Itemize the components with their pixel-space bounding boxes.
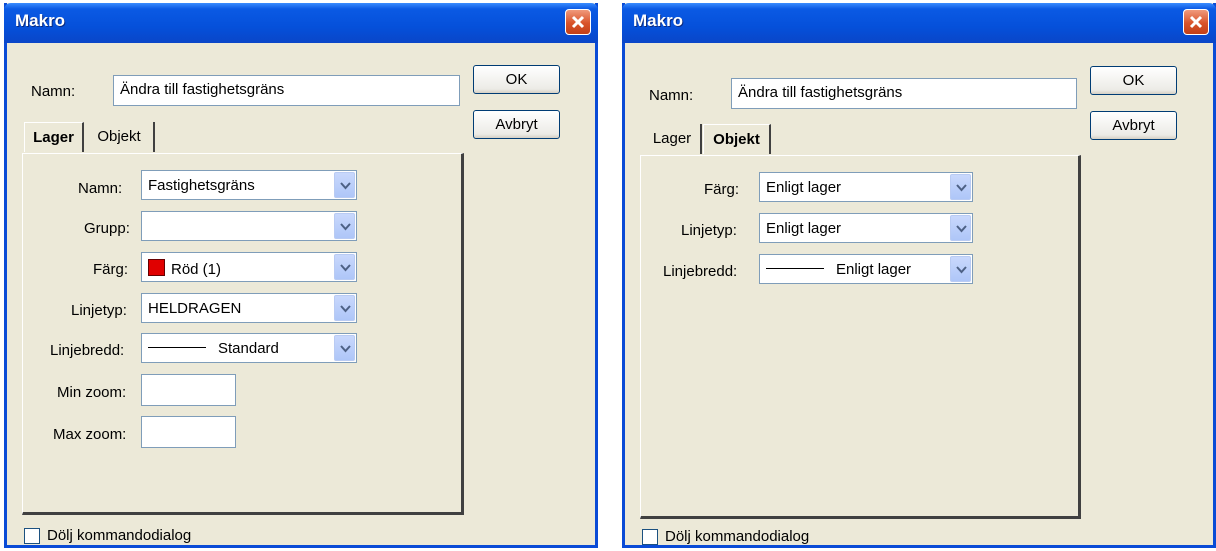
linetype-select[interactable]: Enligt lager [759,213,973,243]
dialog-title: Makro [633,11,684,30]
macro-dialog-lager: Makro Namn: Ändra till fastighetsgräns O… [4,3,598,548]
close-button[interactable] [565,9,591,35]
max-zoom-label: Max zoom: [53,426,127,443]
color-label: Färg: [704,181,740,198]
linetype-value: HELDRAGEN [148,300,242,317]
hide-dialog-checkbox[interactable] [642,529,658,545]
chevron-down-icon[interactable] [950,215,971,241]
ok-button[interactable]: OK [473,65,560,94]
min-zoom-label: Min zoom: [57,384,127,401]
close-icon [1189,15,1203,29]
linewidth-value: Standard [218,340,279,357]
name-label: Namn: [649,87,694,104]
chevron-down-icon[interactable] [334,335,355,361]
linewidth-select[interactable]: Standard [141,333,357,363]
tab-lager[interactable]: Lager [644,124,702,154]
macro-dialog-objekt: Makro Namn: Ändra till fastighetsgräns O… [622,3,1216,548]
hide-dialog-checkbox[interactable] [24,528,40,544]
color-label: Färg: [93,261,129,278]
min-zoom-input[interactable] [141,374,236,406]
dialog-title: Makro [15,11,66,30]
close-button[interactable] [1183,9,1209,35]
tab-lager[interactable]: Lager [24,122,84,152]
layer-name-value: Fastighetsgräns [148,177,255,194]
layer-name-select[interactable]: Fastighetsgräns [141,170,357,200]
chevron-down-icon[interactable] [334,213,355,239]
color-select[interactable]: Röd (1) [141,252,357,282]
line-sample [766,268,824,269]
title-bar[interactable]: Makro [622,3,1216,43]
title-bar[interactable]: Makro [4,3,598,43]
chevron-down-icon[interactable] [334,295,355,321]
color-value: Röd (1) [171,261,222,278]
chevron-down-icon[interactable] [334,172,355,198]
chevron-down-icon[interactable] [950,174,971,200]
hide-dialog-label: Dölj kommandodialog [665,528,810,545]
max-zoom-input[interactable] [141,416,236,448]
tab-objekt[interactable]: Objekt [85,122,155,152]
color-swatch [148,259,165,276]
linetype-label: Linjetyp: [681,222,737,239]
group-label: Grupp: [84,220,130,237]
layer-name-label: Namn: [78,180,123,197]
name-label: Namn: [31,83,76,100]
linewidth-label: Linjebredd: [663,263,738,280]
cancel-button[interactable]: Avbryt [473,110,560,139]
linetype-label: Linjetyp: [71,302,127,319]
linewidth-label: Linjebredd: [50,342,125,359]
cancel-button[interactable]: Avbryt [1090,111,1177,140]
linewidth-value: Enligt lager [836,261,912,278]
linewidth-select[interactable]: Enligt lager [759,254,973,284]
linetype-value: Enligt lager [766,220,842,237]
chevron-down-icon[interactable] [334,254,355,280]
linetype-select[interactable]: HELDRAGEN [141,293,357,323]
chevron-down-icon[interactable] [950,256,971,282]
line-sample [148,347,206,348]
name-input[interactable]: Ändra till fastighetsgräns [731,78,1077,109]
color-select[interactable]: Enligt lager [759,172,973,202]
tab-objekt[interactable]: Objekt [703,124,771,154]
name-input[interactable]: Ändra till fastighetsgräns [113,75,460,106]
close-icon [571,15,585,29]
tab-panel-objekt [640,155,1081,519]
ok-button[interactable]: OK [1090,66,1177,95]
hide-dialog-label: Dölj kommandodialog [47,527,192,544]
color-value: Enligt lager [766,179,842,196]
group-select[interactable] [141,211,357,241]
